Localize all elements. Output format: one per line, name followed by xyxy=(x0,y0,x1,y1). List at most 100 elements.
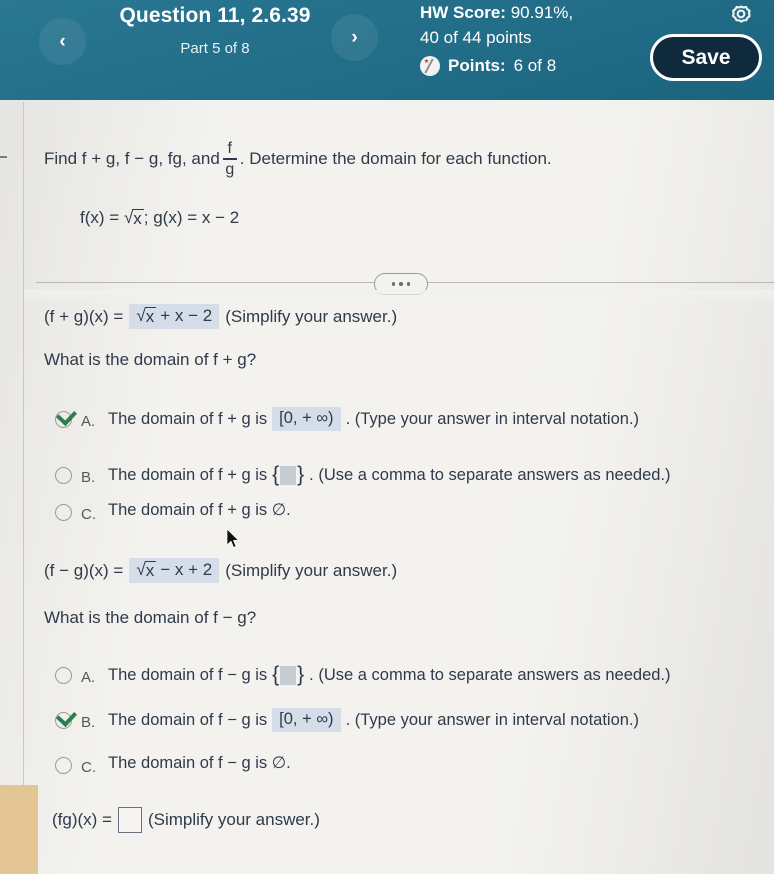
sum-option-b-text: The domain of f + g is {} . (Use a comma… xyxy=(108,463,671,487)
fraction-bar xyxy=(222,158,237,160)
question-body: Find f + g, f − g, fg, and f g. Determine … xyxy=(0,100,774,874)
difference-option-b[interactable]: B. The domain of f − g is [0, + ∞) . (Ty… xyxy=(55,708,639,732)
hw-points-line: 40 of 44 points xyxy=(420,25,690,50)
hw-score-label: HW Score: xyxy=(420,3,506,22)
difference-expression-line: (f − g)(x) = √ x − x + 2 (Simplify your a… xyxy=(44,558,397,583)
prompt-text-before: Find f + g, f − g, fg, and xyxy=(44,149,220,169)
f-definition-lead: f(x) = xyxy=(80,208,120,227)
difference-domain-question: What is the domain of f − g? xyxy=(44,608,257,627)
sum-radicand: x xyxy=(144,307,157,326)
dot-2 xyxy=(399,282,403,286)
difference-answer-rest: − x + 2 xyxy=(160,560,213,579)
product-answer-input[interactable] xyxy=(117,807,142,833)
sum-option-b-before: The domain of f + g is xyxy=(108,465,268,484)
radio-unselected-icon[interactable] xyxy=(55,757,72,774)
sum-option-a-before: The domain of f + g is xyxy=(108,409,268,428)
sum-domain-question: What is the domain of f + g? xyxy=(44,350,257,369)
save-button[interactable]: Save xyxy=(650,34,762,81)
dot-1 xyxy=(391,282,396,286)
save-button-label: Save xyxy=(681,45,731,69)
difference-option-c-text: The domain of f − g is ∅. xyxy=(108,754,291,772)
bottom-left-tan-panel xyxy=(0,785,38,874)
difference-option-a[interactable]: A. The domain of f − g is {} . (Use a co… xyxy=(55,663,671,687)
dot-3 xyxy=(406,282,411,286)
sum-option-a-after: . (Type your answer in interval notation… xyxy=(345,409,640,428)
prompt-text-after: . Determine the domain for each function… xyxy=(239,149,552,169)
radio-selected-icon[interactable] xyxy=(55,411,72,428)
question-screen: ‹ › Question 11, 2.6.39 Part 5 of 8 HW S… xyxy=(0,0,774,874)
sum-option-b-after: . (Use a comma to separate answers as ne… xyxy=(309,465,671,484)
sum-answer-hint: (Simplify your answer.) xyxy=(225,306,398,326)
gear-icon[interactable] xyxy=(728,2,754,28)
hw-points-value: 40 of 44 points xyxy=(420,28,532,47)
points-label: Points: xyxy=(448,56,506,75)
difference-option-a-before: The domain of f − g is xyxy=(108,665,268,684)
fraction-numerator: f xyxy=(227,140,232,157)
g-definition: ; g(x) = x − 2 xyxy=(143,208,240,227)
radicand: x xyxy=(132,209,144,228)
sum-set-blank-field[interactable] xyxy=(280,465,297,485)
difference-answer-hint: (Simplify your answer.) xyxy=(225,560,398,580)
question-title: Question 11, 2.6.39 xyxy=(119,4,311,27)
mouse-cursor xyxy=(226,528,240,548)
question-part-label: Part 5 of 8 xyxy=(180,40,250,57)
radio-unselected-icon[interactable] xyxy=(55,504,72,521)
hw-score-line: HW Score: 90.91%, xyxy=(420,0,690,25)
radio-unselected-icon[interactable] xyxy=(55,467,72,484)
difference-set-notation: {} xyxy=(272,663,305,686)
sum-domain-interval-field[interactable]: [0, + ∞) xyxy=(272,407,341,431)
difference-sqrt-expression: √ x xyxy=(136,561,157,580)
problem-prompt: Find f + g, f − g, fg, and f g. Determine … xyxy=(44,140,552,178)
difference-option-a-text: The domain of f − g is {} . (Use a comma… xyxy=(108,663,671,687)
sum-option-c-letter: C. xyxy=(81,506,96,523)
fraction-denominator: g xyxy=(225,160,235,178)
hw-score-value: 90.91%, xyxy=(510,3,574,22)
function-definitions: f(x) = √ x; g(x) = x − 2 xyxy=(80,208,239,228)
ellipsis-menu-icon[interactable] xyxy=(374,273,428,295)
next-question-button[interactable]: › xyxy=(331,14,378,61)
difference-option-b-after: . (Type your answer in interval notation… xyxy=(345,710,640,729)
sum-option-a-text: The domain of f + g is [0, + ∞) . (Type … xyxy=(108,407,639,431)
difference-set-blank-field[interactable] xyxy=(280,665,297,685)
sqrt-x-expression: √ x xyxy=(124,209,144,227)
difference-option-b-letter: B. xyxy=(81,714,96,731)
previous-question-button[interactable]: ‹ xyxy=(39,18,86,65)
difference-option-c[interactable]: C. The domain of f − g is ∅. xyxy=(55,753,291,776)
sum-answer-field[interactable]: √ x + x − 2 xyxy=(129,304,220,329)
difference-option-a-letter: A. xyxy=(81,669,96,686)
chevron-left-icon: ‹ xyxy=(59,31,66,52)
partial-credit-badge-icon xyxy=(420,55,440,76)
f-over-g-fraction: fg xyxy=(222,140,237,178)
sum-option-c-text: The domain of f + g is ∅. xyxy=(108,501,291,519)
product-expression-line: (fg)(x) = (Simplify your answer.) xyxy=(52,807,320,833)
chevron-right-icon: › xyxy=(351,27,358,48)
difference-domain-interval-field[interactable]: [0, + ∞) xyxy=(272,708,341,732)
sum-expression-label: (f + g)(x) = xyxy=(44,306,124,326)
difference-option-b-text: The domain of f − g is [0, + ∞) . (Type … xyxy=(108,708,639,732)
difference-radicand: x xyxy=(144,561,157,580)
difference-option-c-letter: C. xyxy=(81,759,96,776)
sum-answer-rest: + x − 2 xyxy=(160,306,213,325)
product-answer-hint: (Simplify your answer.) xyxy=(147,810,320,829)
difference-expression-label: (f − g)(x) = xyxy=(44,560,124,580)
sum-option-c[interactable]: C. The domain of f + g is ∅. xyxy=(55,500,291,523)
sum-set-notation: {} xyxy=(272,463,305,486)
radio-selected-icon[interactable] xyxy=(55,712,72,729)
sum-option-a[interactable]: A. The domain of f + g is [0, + ∞) . (Ty… xyxy=(55,407,639,431)
difference-answer-field[interactable]: √ x − x + 2 xyxy=(129,558,220,583)
radio-unselected-icon[interactable] xyxy=(55,667,72,684)
sum-option-b[interactable]: B. The domain of f + g is {} . (Use a co… xyxy=(55,463,671,487)
left-margin-rule xyxy=(23,102,24,872)
difference-option-b-before: The domain of f − g is xyxy=(108,710,268,729)
left-edge-marker xyxy=(0,156,7,158)
sum-option-b-letter: B. xyxy=(81,469,96,486)
app-header: ‹ › Question 11, 2.6.39 Part 5 of 8 HW S… xyxy=(0,0,774,100)
sum-option-a-letter: A. xyxy=(81,413,96,430)
points-value: 6 of 8 xyxy=(513,56,557,75)
product-expression-label: (fg)(x) = xyxy=(52,810,112,829)
sum-sqrt-expression: √ x xyxy=(136,307,157,326)
difference-option-a-after: . (Use a comma to separate answers as ne… xyxy=(309,665,671,684)
section-divider xyxy=(36,273,774,295)
sum-expression-line: (f + g)(x) = √ x + x − 2 (Simplify your a… xyxy=(44,304,397,329)
score-summary: HW Score: 90.91%, 40 of 44 points Points… xyxy=(420,0,690,78)
